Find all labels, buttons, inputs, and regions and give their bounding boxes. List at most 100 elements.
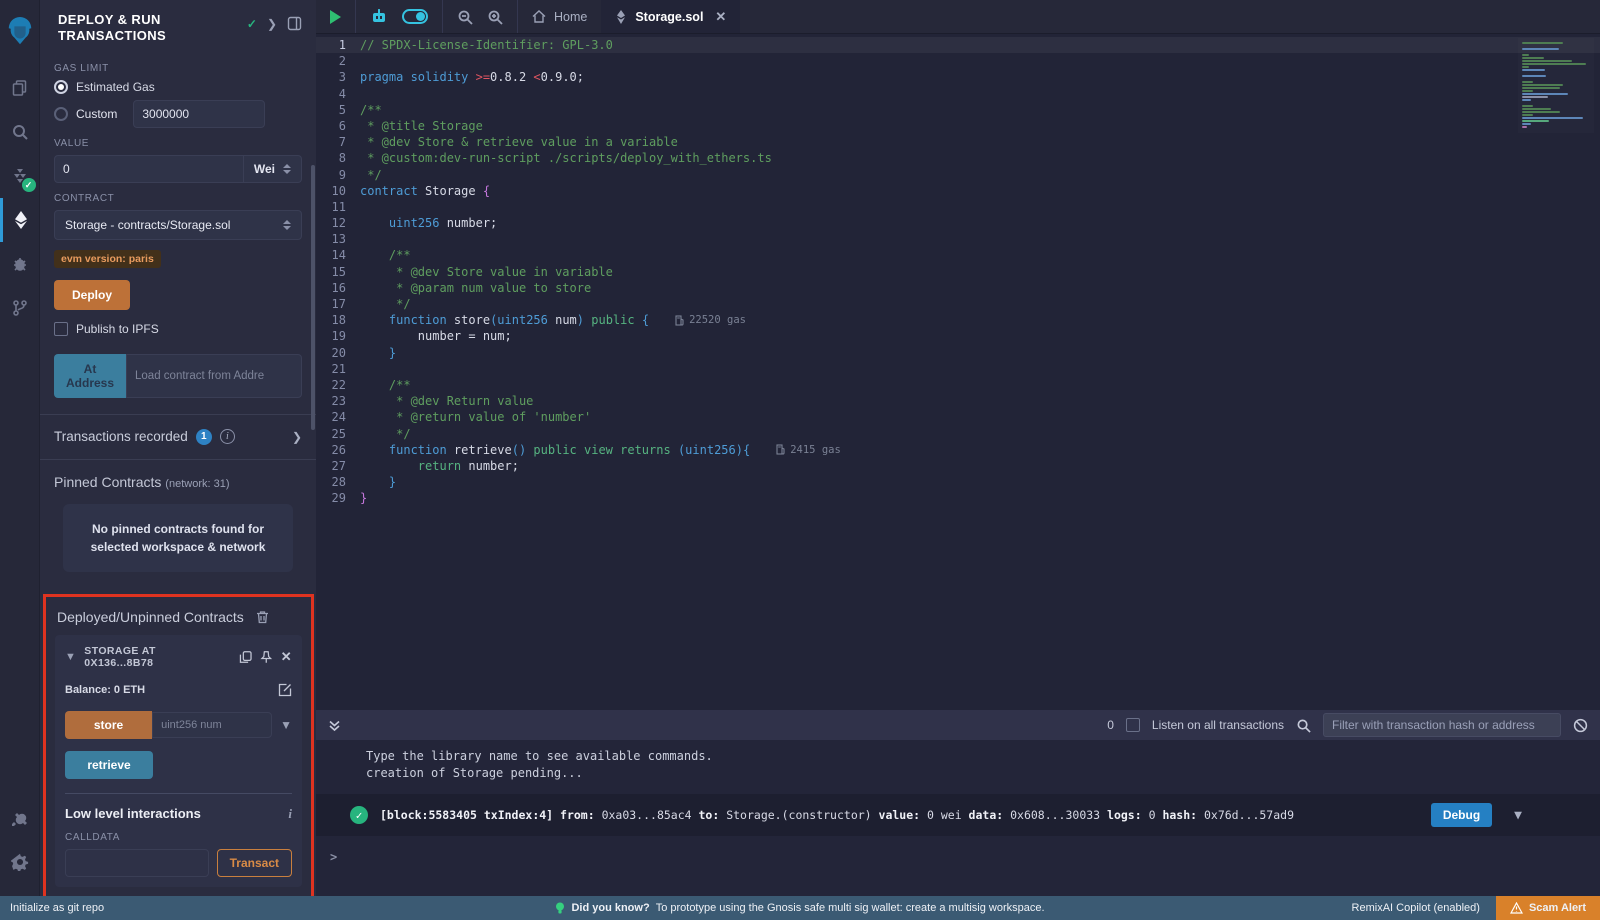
search-icon[interactable] — [0, 110, 40, 154]
code-line[interactable]: 29} — [316, 490, 1600, 506]
code-line[interactable]: 22 /** — [316, 377, 1600, 393]
tx-count-badge: 1 — [196, 429, 212, 445]
code-line[interactable]: 14 /** — [316, 247, 1600, 263]
code-line[interactable]: 8 * @custom:dev-run-script ./scripts/dep… — [316, 150, 1600, 166]
at-address-button[interactable]: At Address — [54, 354, 126, 398]
listen-all-checkbox[interactable] — [1126, 718, 1140, 732]
file-explorer-icon[interactable] — [0, 66, 40, 110]
code-line[interactable]: 23 * @dev Return value — [316, 393, 1600, 409]
transact-button[interactable]: Transact — [217, 849, 292, 877]
code-line[interactable]: 18 function store(uint256 num) public {2… — [316, 312, 1600, 328]
contract-select[interactable]: Storage - contracts/Storage.sol — [54, 210, 302, 240]
code-line[interactable]: 28 } — [316, 474, 1600, 490]
filter-tx-input[interactable] — [1323, 713, 1561, 737]
tab-home[interactable]: Home — [518, 0, 601, 33]
code-line[interactable]: 6 * @title Storage — [316, 118, 1600, 134]
balance-label: Balance: 0 ETH — [65, 684, 145, 696]
terminal-body[interactable]: Type the library name to see available c… — [316, 740, 1600, 896]
close-tab-icon[interactable]: ✕ — [715, 9, 726, 25]
zoom-out-icon[interactable] — [457, 9, 473, 25]
store-arg-input[interactable] — [152, 712, 272, 738]
settings-icon[interactable] — [0, 840, 40, 884]
pin-panel-icon[interactable] — [287, 16, 302, 31]
code-line[interactable]: 10contract Storage { — [316, 183, 1600, 199]
code-line[interactable]: 19 number = num; — [316, 328, 1600, 344]
retrieve-function-button[interactable]: retrieve — [65, 751, 153, 779]
listen-all-label: Listen on all transactions — [1152, 718, 1284, 732]
estimated-gas-radio[interactable] — [54, 80, 68, 94]
remix-logo[interactable] — [0, 6, 40, 58]
code-line[interactable]: 25 */ — [316, 426, 1600, 442]
value-unit-select[interactable]: Wei — [244, 155, 302, 183]
contract-updown-icon — [283, 220, 291, 230]
code-line[interactable]: 21 — [316, 361, 1600, 377]
value-label: VALUE — [54, 138, 302, 149]
plugin-manager-icon[interactable] — [0, 796, 40, 840]
minimap[interactable] — [1518, 38, 1594, 133]
tx-expand-icon[interactable]: ▼ — [1514, 808, 1522, 823]
store-expand-chevron-icon[interactable]: ▼ — [280, 718, 292, 732]
panel-chevron-right-icon[interactable]: ❯ — [267, 17, 277, 31]
publish-ipfs-label: Publish to IPFS — [76, 322, 159, 336]
calldata-input[interactable] — [65, 849, 209, 877]
edit-balance-icon[interactable] — [278, 683, 292, 697]
panel-scrollbar[interactable] — [311, 165, 315, 430]
pending-tx-count: 0 — [1107, 718, 1114, 732]
copy-address-icon[interactable] — [239, 650, 252, 664]
at-address-input[interactable] — [126, 354, 302, 398]
collapse-terminal-icon[interactable] — [328, 719, 341, 732]
code-line[interactable]: 26 function retrieve() public view retur… — [316, 442, 1600, 458]
copilot-toggle-icon[interactable] — [402, 9, 428, 24]
trash-icon[interactable] — [256, 610, 269, 624]
status-bar: Initialize as git repo Did you know? To … — [0, 896, 1600, 920]
code-line[interactable]: 7 * @dev Store & retrieve value in a var… — [316, 134, 1600, 150]
value-input[interactable] — [54, 155, 244, 183]
publish-ipfs-checkbox[interactable] — [54, 322, 68, 336]
code-line[interactable]: 9 */ — [316, 167, 1600, 183]
run-script-icon[interactable] — [330, 10, 341, 24]
low-level-info-icon[interactable]: i — [288, 806, 292, 822]
code-line[interactable]: 5/** — [316, 102, 1600, 118]
debug-button[interactable]: Debug — [1431, 803, 1492, 827]
custom-gas-input[interactable] — [133, 100, 265, 128]
code-line[interactable]: 15 * @dev Store value in variable — [316, 264, 1600, 280]
code-editor[interactable]: 1// SPDX-License-Identifier: GPL-3.023pr… — [316, 34, 1600, 710]
store-function-button[interactable]: store — [65, 711, 152, 739]
code-line[interactable]: 12 uint256 number; — [316, 215, 1600, 231]
tx-info-icon[interactable]: i — [220, 429, 235, 444]
terminal-prompt: > — [316, 850, 1600, 864]
git-icon[interactable] — [0, 286, 40, 330]
code-line[interactable]: 2 — [316, 53, 1600, 69]
code-line[interactable]: 24 * @return value of 'number' — [316, 409, 1600, 425]
code-line[interactable]: 20 } — [316, 345, 1600, 361]
debugger-icon[interactable] — [0, 242, 40, 286]
zoom-in-icon[interactable] — [487, 9, 503, 25]
custom-gas-label: Custom — [76, 107, 117, 121]
deploy-run-panel: DEPLOY & RUN TRANSACTIONS ✓ ❯ GAS LIMIT … — [40, 0, 316, 896]
code-line[interactable]: 3pragma solidity >=0.8.2 <0.9.0; — [316, 69, 1600, 85]
ai-copilot-icon[interactable] — [370, 9, 388, 25]
transaction-log-row: ✓ [block:5583405 txIndex:4] from: 0xa03.… — [316, 794, 1600, 836]
contract-collapse-chevron-icon[interactable]: ▼ — [65, 651, 76, 663]
tab-storage-sol[interactable]: Storage.sol ✕ — [601, 0, 740, 33]
deploy-button[interactable]: Deploy — [54, 280, 130, 310]
terminal-search-icon[interactable] — [1296, 718, 1311, 733]
solidity-compiler-icon[interactable]: ✓ — [0, 154, 40, 198]
code-line[interactable]: 11 — [316, 199, 1600, 215]
code-line[interactable]: 16 * @param num value to store — [316, 280, 1600, 296]
code-line[interactable]: 4 — [316, 86, 1600, 102]
deploy-run-icon[interactable] — [0, 198, 40, 242]
low-level-title: Low level interactions — [65, 806, 201, 821]
code-line[interactable]: 1// SPDX-License-Identifier: GPL-3.0 — [316, 37, 1600, 53]
terminal: 0 Listen on all transactions Type the li… — [316, 710, 1600, 896]
code-line[interactable]: 17 */ — [316, 296, 1600, 312]
code-line[interactable]: 27 return number; — [316, 458, 1600, 474]
pin-contract-icon[interactable] — [260, 650, 273, 664]
estimated-gas-label: Estimated Gas — [76, 80, 155, 94]
tx-expand-chevron-icon[interactable]: ❯ — [292, 430, 302, 444]
custom-gas-radio[interactable] — [54, 107, 68, 121]
deployed-contract-item: ▼ STORAGE AT 0X136...8B78 ✕ Balance: 0 E… — [55, 635, 302, 887]
remove-contract-icon[interactable]: ✕ — [281, 649, 292, 665]
clear-console-icon[interactable] — [1573, 718, 1588, 733]
code-line[interactable]: 13 — [316, 231, 1600, 247]
